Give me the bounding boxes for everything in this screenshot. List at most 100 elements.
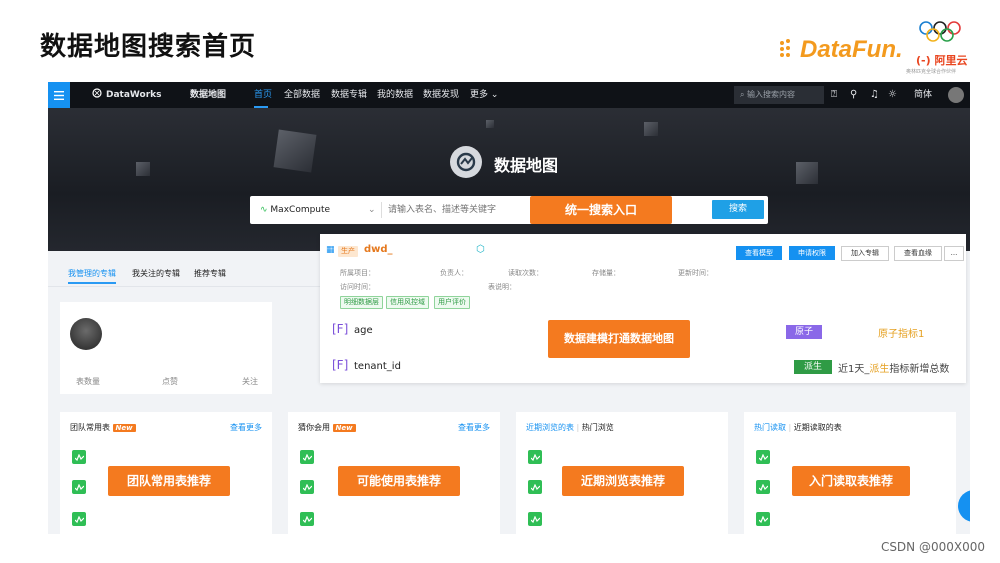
tag-user-review[interactable]: 用户评价 — [434, 296, 470, 309]
view-lineage-button[interactable]: 查看血缘 — [894, 246, 942, 261]
decor-cube — [136, 162, 150, 176]
callout-modeling-map: 数据建模打通数据地图 — [548, 320, 690, 358]
derive-indicator-highlight: 派生 — [869, 364, 890, 375]
request-permission-button[interactable]: 申请权限 — [789, 246, 835, 260]
derive-badge: 派生 — [794, 360, 832, 374]
more-button[interactable]: ... — [944, 246, 964, 261]
card-team-tables: 团队常用表 New 查看更多 团队常用表推荐 — [60, 412, 272, 534]
menu-icon[interactable] — [48, 82, 70, 108]
tag-detail-layer[interactable]: 明细数据层 — [340, 296, 383, 309]
tag-credit-domain[interactable]: 信用风控域 — [386, 296, 429, 309]
help-icon[interactable]: ⍰ — [831, 82, 837, 108]
datafun-logo-mark — [778, 38, 800, 64]
card-title-text: 猜你会用 — [298, 423, 330, 432]
model-icon: ⬡ — [476, 244, 485, 255]
global-search-placeholder: 输入搜索内容 — [747, 90, 796, 99]
maxcompute-icon: ∿ — [260, 205, 268, 215]
maxcompute-icon — [72, 480, 86, 494]
card-hot-read: 热门读取 | 近期读取的表 入门读取表推荐 — [744, 412, 956, 534]
field-name-age[interactable]: age — [354, 325, 373, 336]
divider — [381, 202, 382, 218]
brand-name[interactable]: DataWorks — [106, 82, 162, 108]
avatar[interactable] — [948, 87, 964, 103]
chevron-down-icon[interactable]: ⌄ — [368, 196, 376, 224]
hero-banner: 数据地图 ∿ MaxCompute ⌄ 搜索 统一搜索入口 — [48, 108, 970, 251]
maxcompute-icon — [528, 480, 542, 494]
nav-home[interactable]: 首页 — [254, 82, 272, 108]
decor-cube — [486, 120, 494, 128]
maxcompute-icon — [756, 450, 770, 464]
new-badge: New — [112, 424, 136, 432]
see-more-link[interactable]: 查看更多 — [458, 422, 490, 433]
tab-active-indicator — [68, 282, 116, 284]
meta-owner: 负责人： — [440, 269, 468, 277]
credit-watermark: CSDN @000X000 — [880, 540, 985, 554]
search-input[interactable] — [388, 196, 538, 224]
divider — [48, 286, 320, 287]
aliyun-mark-icon: (-) — [916, 54, 931, 67]
maxcompute-icon — [300, 512, 314, 526]
card-title-text: 团队常用表 — [70, 423, 110, 432]
card-recent-browse: 近期浏览的表 | 热门浏览 近期浏览表推荐 — [516, 412, 728, 534]
nav-discover[interactable]: 数据发现 — [423, 82, 459, 108]
nav-my-data[interactable]: 我的数据 — [377, 82, 413, 108]
table-name[interactable]: dwd_ — [364, 244, 393, 255]
tab-followed-albums[interactable]: 我关注的专辑 — [132, 268, 180, 279]
tab-recent-read[interactable]: 近期读取的表 — [794, 423, 842, 432]
see-more-link[interactable]: 查看更多 — [230, 422, 262, 433]
field-name-tenant-id[interactable]: tenant_id — [354, 361, 401, 372]
chevron-down-icon: ⌄ — [490, 90, 499, 100]
avatar — [70, 318, 102, 350]
bug-icon[interactable]: ☼ — [888, 82, 897, 108]
tab-hot-browse[interactable]: 热门浏览 — [582, 423, 614, 432]
search-button[interactable]: 搜索 — [712, 200, 764, 219]
bell-icon[interactable]: ♫ — [870, 82, 879, 108]
global-search-input[interactable]: ⌕ 输入搜索内容 — [734, 86, 824, 104]
card-tabs: 热门读取 | 近期读取的表 — [754, 423, 842, 432]
callout-team-tables: 团队常用表推荐 — [108, 466, 230, 496]
callout-unified-search: 统一搜索入口 — [530, 196, 672, 224]
tab-my-albums[interactable]: 我管理的专辑 — [68, 268, 116, 279]
card-tabs: 近期浏览的表 | 热门浏览 — [526, 423, 614, 432]
add-to-album-button[interactable]: 加入专辑 — [841, 246, 889, 261]
view-model-button[interactable]: 查看模型 — [736, 246, 782, 260]
top-nav: DataWorks 数据地图 首页 全部数据 数据专辑 我的数据 数据发现 更多… — [48, 82, 970, 108]
main-search-bar: ∿ MaxCompute ⌄ 搜索 统一搜索入口 — [250, 196, 768, 224]
nav-more[interactable]: 更多 ⌄ — [470, 82, 498, 108]
engine-select-value: MaxCompute — [270, 205, 331, 215]
language-switch[interactable]: 简体 — [914, 82, 932, 108]
table-detail-panel: ▦ 生产 dwd_ ⬡ 查看模型 申请权限 加入专辑 查看血缘 ... 所属项目… — [320, 234, 966, 383]
aliyun-logo-text: 阿里云 — [934, 54, 968, 67]
atom-badge: 原子 — [786, 325, 822, 339]
tab-hot-read[interactable]: 热门读取 — [754, 423, 786, 432]
engine-select[interactable]: ∿ MaxCompute — [260, 196, 330, 224]
link-icon[interactable]: ⚲ — [850, 82, 857, 108]
decor-cube — [644, 122, 658, 136]
card-title: 猜你会用 New — [298, 422, 356, 433]
tab-recommended-albums[interactable]: 推荐专辑 — [194, 268, 226, 279]
card-title: 团队常用表 New — [70, 422, 136, 433]
album-profile-card[interactable]: 表数量 点赞 关注 — [60, 302, 272, 394]
module-name[interactable]: 数据地图 — [190, 82, 226, 108]
derive-indicator-prefix: 近1天_ — [838, 364, 870, 375]
meta-description: 表说明： — [488, 283, 516, 291]
derive-indicator[interactable]: 近1天_派生指标新增总数 — [838, 360, 949, 375]
meta-access-time: 访问时间： — [340, 283, 375, 291]
maxcompute-icon — [756, 512, 770, 526]
help-fab-button[interactable] — [958, 490, 970, 522]
meta-updated: 更新时间： — [678, 269, 713, 277]
data-map-logo-icon — [450, 146, 482, 178]
stat-table-count: 表数量 — [76, 377, 100, 386]
maxcompute-icon — [300, 480, 314, 494]
nav-albums[interactable]: 数据专辑 — [331, 82, 367, 108]
field-icon: [F] — [332, 322, 349, 336]
meta-read-count: 读取次数： — [508, 269, 543, 277]
nav-all-data[interactable]: 全部数据 — [284, 82, 320, 108]
field-icon: [F] — [332, 358, 349, 372]
maxcompute-icon — [300, 450, 314, 464]
atom-indicator[interactable]: 原子指标1 — [878, 325, 924, 340]
tab-recent-browse[interactable]: 近期浏览的表 — [526, 423, 574, 432]
decor-cube — [796, 162, 818, 184]
env-tag: 生产 — [338, 246, 358, 257]
aliyun-logo-sub: 奥林匹克全球合作伙伴 — [906, 69, 957, 75]
